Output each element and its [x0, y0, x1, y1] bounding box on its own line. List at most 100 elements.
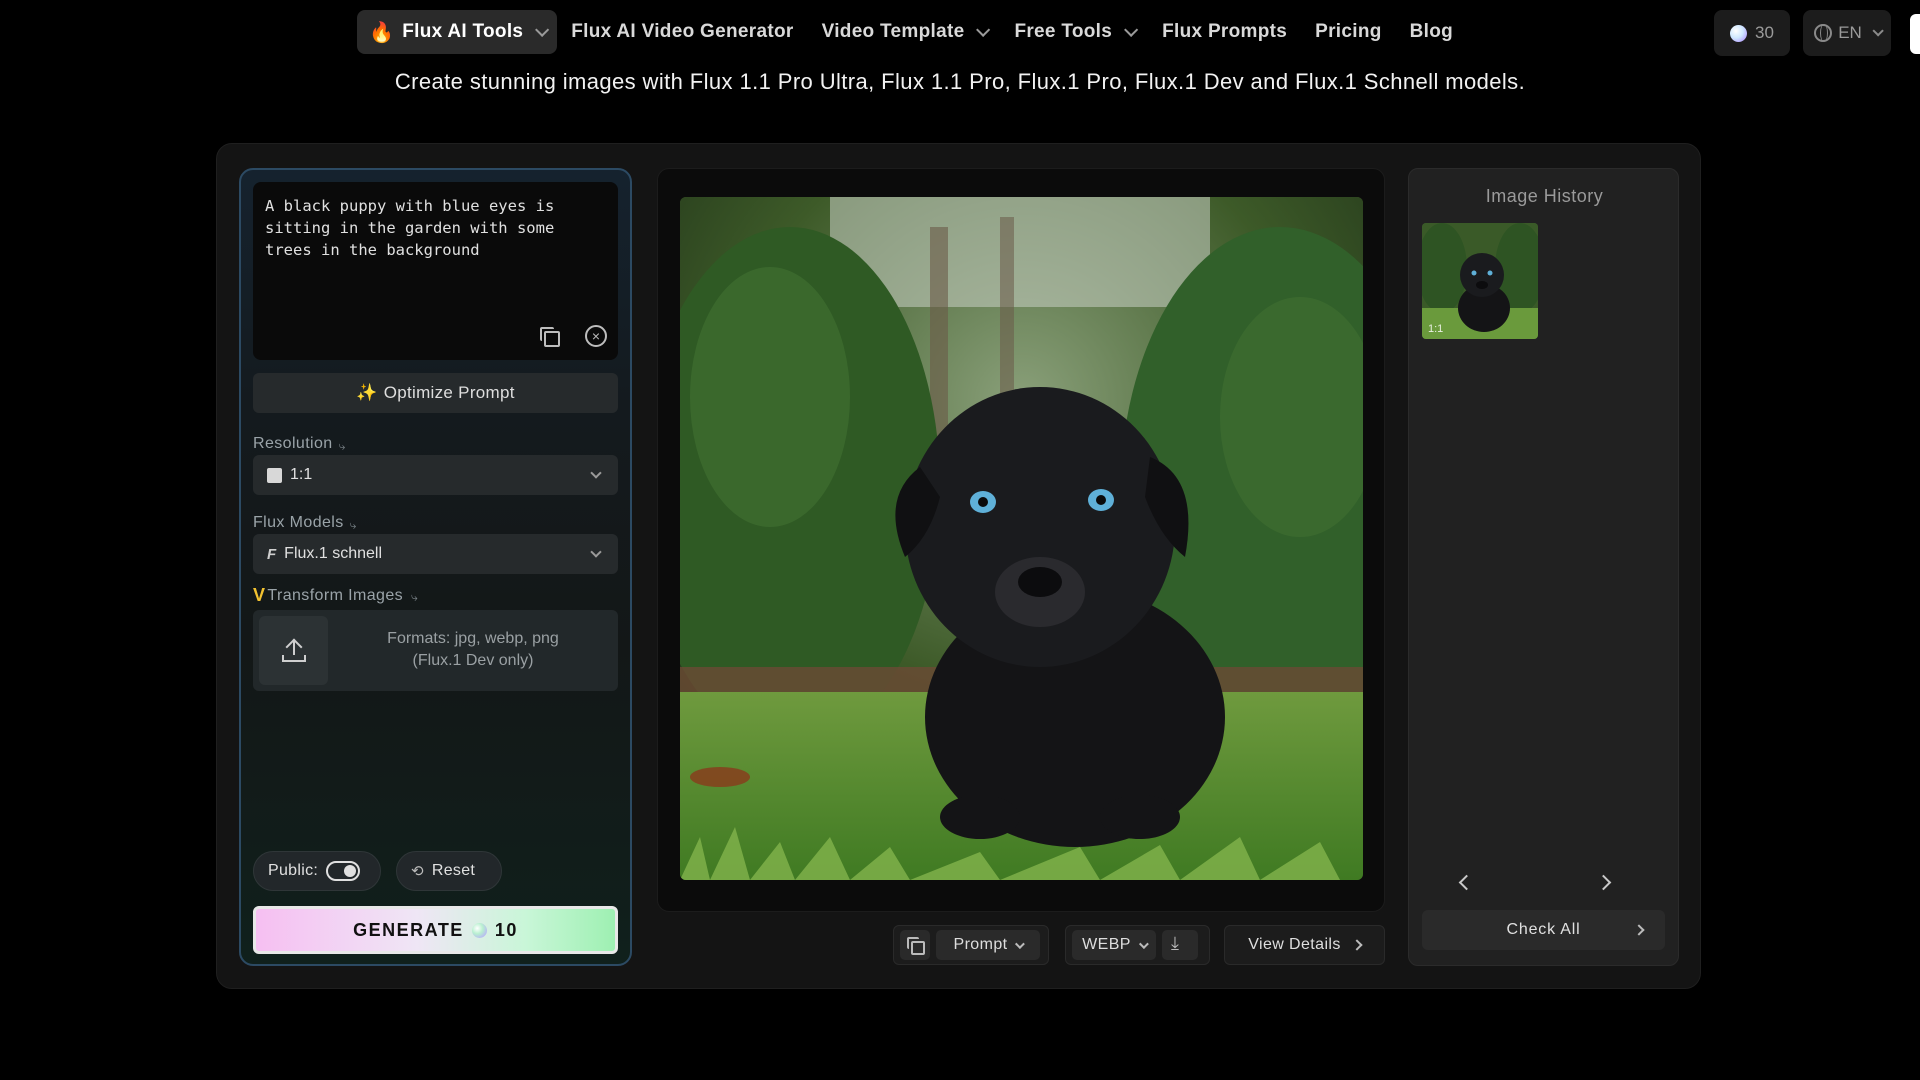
language-label: EN [1838, 23, 1862, 42]
upload-button[interactable] [259, 616, 328, 685]
toggle-icon[interactable] [326, 861, 361, 881]
resolution-select[interactable]: 1:1 [253, 455, 618, 495]
prompt-textarea[interactable]: A black puppy with blue eyes is sitting … [253, 182, 618, 360]
nav-label: Flux AI Video Generator [571, 21, 794, 42]
generate-label: GENERATE [353, 919, 464, 940]
download-button[interactable] [1162, 930, 1198, 960]
nav-flux-prompts[interactable]: Flux Prompts [1148, 10, 1301, 54]
language-selector[interactable]: EN [1803, 10, 1891, 56]
model-value: Flux.1 schnell [284, 545, 382, 562]
nav-label: Flux AI Tools [402, 21, 524, 42]
chevron-right-icon [1595, 874, 1611, 890]
public-label: Public: [268, 862, 319, 879]
chevron-left-icon [1458, 874, 1474, 890]
resolution-label: Resolution ⤷ [253, 435, 346, 453]
history-prev-button[interactable] [1454, 870, 1478, 894]
credit-dot-icon [1730, 24, 1748, 42]
format-label: WEBP [1082, 936, 1131, 953]
nav-label: Free Tools [1014, 21, 1113, 42]
puppy-image [680, 197, 1363, 880]
info-icon: ⤷ [349, 517, 357, 532]
account-button[interactable] [1910, 14, 1920, 54]
flux-models-label-text: Flux Models [253, 514, 344, 531]
history-title: Image History [1485, 186, 1604, 206]
check-all-label: Check All [1506, 921, 1581, 938]
controls-panel: A black puppy with blue eyes is sitting … [239, 168, 632, 966]
prompt-actions: Prompt [893, 925, 1049, 965]
view-details-label: View Details [1248, 936, 1341, 953]
optimize-prompt-button[interactable]: ✨ Optimize Prompt [253, 373, 618, 413]
globe-icon [1814, 24, 1833, 42]
upload-icon [281, 639, 306, 662]
history-thumbnail[interactable]: 1:1 [1422, 223, 1538, 339]
nav-label: Flux Prompts [1162, 21, 1288, 42]
fire-icon: 🔥 [369, 21, 395, 44]
nav-video-template[interactable]: Video Template [808, 10, 1001, 54]
nav-blog[interactable]: Blog [1396, 10, 1467, 54]
chevron-down-icon [1124, 22, 1139, 37]
pro-badge: V [253, 585, 266, 605]
prompt-button-label: Prompt [953, 936, 1008, 953]
nav-label: Blog [1409, 21, 1454, 42]
format-actions: WEBP [1065, 925, 1210, 965]
upload-note: (Flux.1 Dev only) [412, 652, 534, 669]
credits-count: 30 [1755, 23, 1774, 42]
credits-badge[interactable]: 30 [1714, 10, 1790, 56]
reset-button[interactable]: ⟲ Reset [396, 851, 502, 891]
image-history-panel: Image History 1:1 Check All [1408, 168, 1679, 966]
copy-image-button[interactable] [900, 930, 930, 960]
thumbnail-ratio: 1:1 [1428, 323, 1444, 335]
flux-models-label: Flux Models ⤷ [253, 514, 357, 532]
resolution-label-text: Resolution [253, 435, 333, 452]
transform-label-text: Transform Images [267, 586, 404, 604]
generate-button[interactable]: GENERATE 10 [253, 906, 618, 954]
copy-icon [906, 936, 925, 955]
chevron-down-icon [590, 546, 602, 558]
nav-label: Pricing [1315, 21, 1382, 42]
check-all-button[interactable]: Check All [1422, 910, 1665, 950]
chevron-down-icon [1138, 938, 1149, 949]
square-ratio-icon [267, 467, 282, 483]
upload-formats: Formats: jpg, webp, png [387, 630, 559, 647]
upload-info: Formats: jpg, webp, png (Flux.1 Dev only… [343, 628, 603, 672]
info-icon: ⤷ [338, 438, 346, 453]
prompt-button[interactable]: Prompt [936, 930, 1040, 960]
view-details-button[interactable]: View Details [1224, 925, 1385, 965]
chevron-down-icon [535, 22, 550, 37]
public-toggle[interactable]: Public: [253, 851, 381, 891]
generated-image[interactable] [680, 197, 1363, 880]
copy-icon[interactable] [536, 323, 562, 349]
transform-images-label: V Transform Images ⤷ [253, 585, 418, 606]
nav-flux-ai-tools[interactable]: 🔥 Flux AI Tools [357, 10, 558, 54]
nav-video-generator[interactable]: Flux AI Video Generator [557, 10, 807, 54]
nav-free-tools[interactable]: Free Tools [1000, 10, 1148, 54]
history-next-button[interactable] [1591, 870, 1615, 894]
resolution-value: 1:1 [290, 466, 313, 483]
info-icon: ⤷ [411, 590, 419, 604]
preview-panel [657, 168, 1385, 912]
generator-panel: A black puppy with blue eyes is sitting … [216, 143, 1701, 989]
reset-label: Reset [431, 862, 476, 879]
nav-label: Video Template [821, 21, 965, 42]
page-subtitle: Create stunning images with Flux 1.1 Pro… [394, 69, 1526, 94]
clear-icon[interactable]: × [585, 325, 607, 347]
generate-cost: 10 [494, 919, 518, 940]
prompt-text[interactable]: A black puppy with blue eyes is sitting … [265, 195, 606, 261]
image-upload-area[interactable]: Formats: jpg, webp, png (Flux.1 Dev only… [253, 610, 618, 691]
chevron-down-icon [590, 467, 602, 479]
reset-icon: ⟲ [411, 863, 424, 880]
flux-icon: F [267, 545, 277, 563]
sparkle-icon: ✨ [356, 383, 378, 402]
flux-model-select[interactable]: F Flux.1 schnell [253, 534, 618, 574]
top-nav: 🔥 Flux AI Tools Flux AI Video Generator … [357, 10, 1467, 54]
chevron-down-icon [1872, 25, 1884, 37]
optimize-label: Optimize Prompt [383, 383, 515, 402]
chevron-right-icon [1351, 939, 1363, 951]
nav-pricing[interactable]: Pricing [1301, 10, 1396, 54]
format-select[interactable]: WEBP [1072, 930, 1156, 960]
puppy-thumbnail [1422, 223, 1538, 339]
chevron-right-icon [1633, 924, 1645, 936]
credit-dot-icon [471, 922, 487, 938]
chevron-down-icon [1015, 938, 1026, 949]
chevron-down-icon [976, 22, 991, 37]
